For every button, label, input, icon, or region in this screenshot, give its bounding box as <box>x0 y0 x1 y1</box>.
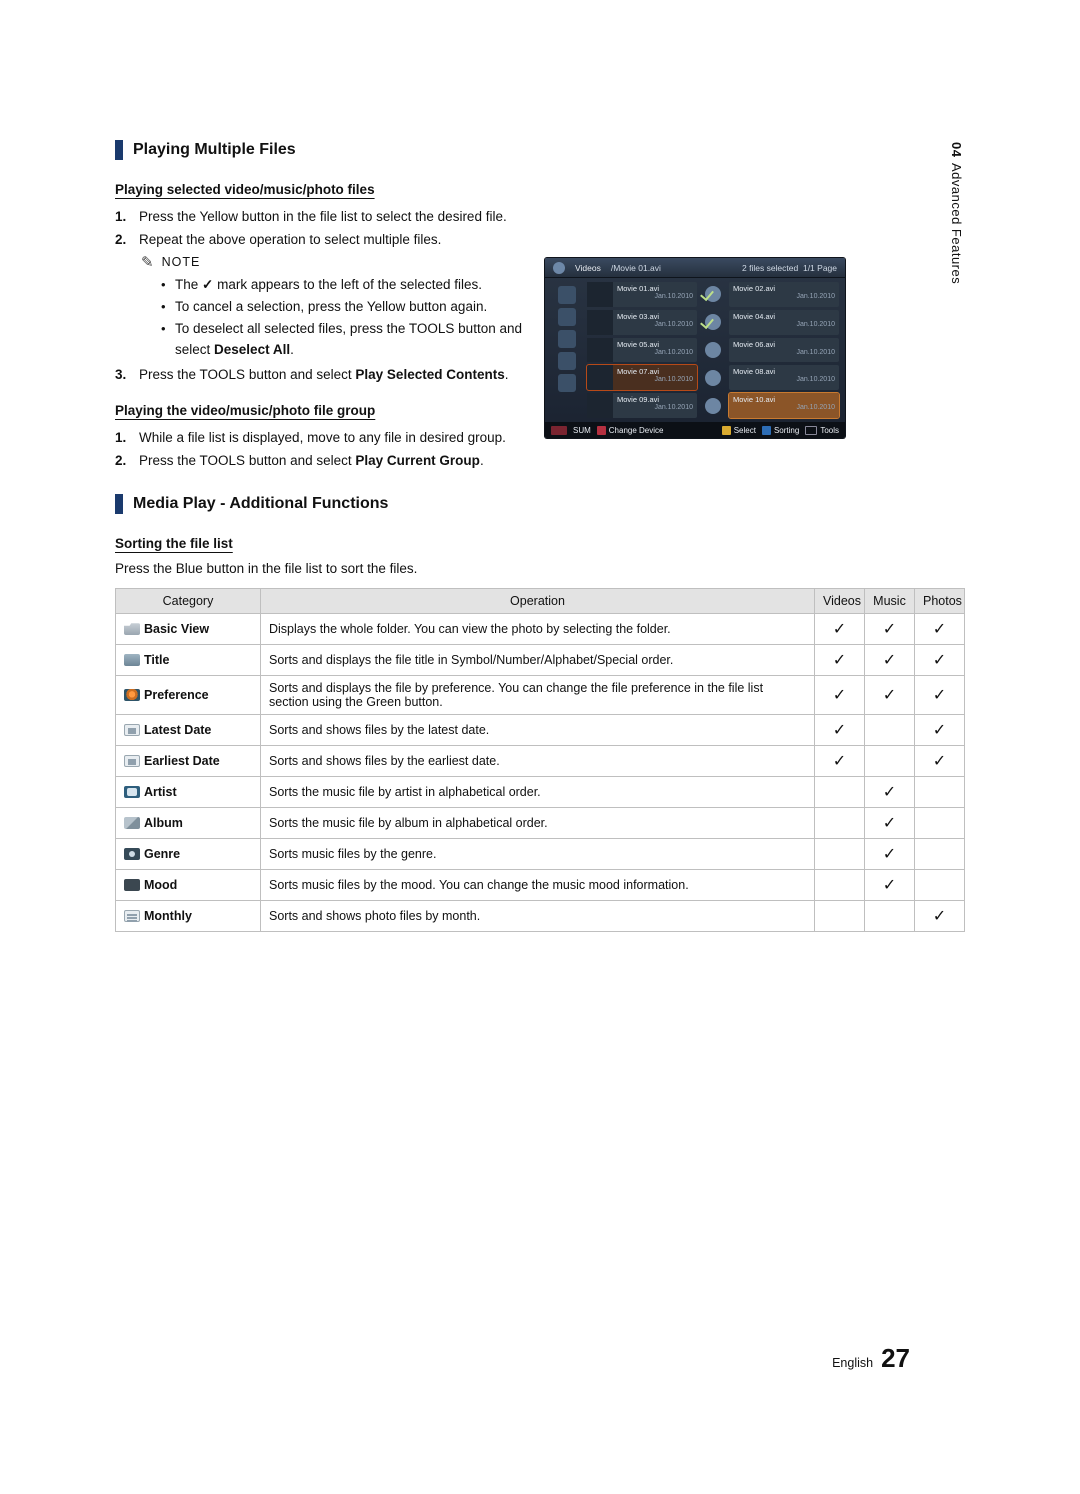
col-category: Category <box>116 589 261 614</box>
check-cell: ✓ <box>915 746 965 777</box>
operation-cell: Sorts music files by the mood. You can c… <box>261 870 815 901</box>
tools-icon <box>805 426 817 435</box>
table-row: PreferenceSorts and displays the file by… <box>116 676 965 715</box>
check-cell <box>915 808 965 839</box>
check-cell: ✓ <box>865 839 915 870</box>
operation-cell: Sorts and shows files by the latest date… <box>261 715 815 746</box>
category-icon <box>124 755 140 767</box>
category-icon <box>124 623 140 635</box>
usb-icon <box>551 426 567 435</box>
play-icon <box>705 286 721 302</box>
section-heading: Media Play - Additional Functions <box>115 494 965 514</box>
check-cell <box>815 839 865 870</box>
operation-cell: Sorts and shows photo files by month. <box>261 901 815 932</box>
check-cell <box>815 870 865 901</box>
check-cell: ✓ <box>815 614 865 645</box>
shot-title: Videos <box>575 263 601 273</box>
operation-cell: Sorts the music file by artist in alphab… <box>261 777 815 808</box>
category-icon <box>124 689 140 701</box>
sort-table: Category Operation Videos Music Photos B… <box>115 588 965 932</box>
check-cell: ✓ <box>915 715 965 746</box>
table-row: TitleSorts and displays the file title i… <box>116 645 965 676</box>
play-icon <box>705 342 721 358</box>
table-row: MoodSorts music files by the mood. You c… <box>116 870 965 901</box>
check-cell: ✓ <box>815 645 865 676</box>
sort-description: Press the Blue button in the file list t… <box>115 561 965 576</box>
play-icon <box>705 398 721 414</box>
check-cell <box>915 870 965 901</box>
section-number: 04 <box>949 140 964 157</box>
table-row: Earliest DateSorts and shows files by th… <box>116 746 965 777</box>
category-icon <box>124 817 140 829</box>
step-text: While a file list is displayed, move to … <box>139 428 545 449</box>
check-cell: ✓ <box>915 645 965 676</box>
check-cell <box>815 777 865 808</box>
bullet-text: The ✓ mark appears to the left of the se… <box>175 275 545 296</box>
check-cell <box>815 901 865 932</box>
check-cell: ✓ <box>815 715 865 746</box>
check-cell: ✓ <box>915 901 965 932</box>
footer-lang: English <box>832 1356 873 1370</box>
check-cell <box>915 777 965 808</box>
col-photos: Photos <box>915 589 965 614</box>
check-cell: ✓ <box>865 645 915 676</box>
operation-cell: Sorts and displays the file title in Sym… <box>261 645 815 676</box>
bullet-text: To deselect all selected files, press th… <box>175 319 545 361</box>
category-icon <box>124 910 140 922</box>
table-row: MonthlySorts and shows photo files by mo… <box>116 901 965 932</box>
operation-cell: Sorts and displays the file by preferenc… <box>261 676 815 715</box>
page-footer: English 27 <box>832 1343 910 1374</box>
check-cell: ✓ <box>915 614 965 645</box>
play-icon <box>705 314 721 330</box>
check-cell: ✓ <box>865 676 915 715</box>
operation-cell: Sorts music files by the genre. <box>261 839 815 870</box>
operation-cell: Sorts the music file by album in alphabe… <box>261 808 815 839</box>
table-row: ArtistSorts the music file by artist in … <box>116 777 965 808</box>
subheading-sorting: Sorting the file list <box>115 536 965 551</box>
operation-cell: Sorts and shows files by the earliest da… <box>261 746 815 777</box>
table-row: Basic ViewDisplays the whole folder. You… <box>116 614 965 645</box>
check-icon: ✓ <box>202 275 213 296</box>
play-icon <box>705 370 721 386</box>
table-row: AlbumSorts the music file by album in al… <box>116 808 965 839</box>
note-icon: ✎ <box>141 253 154 271</box>
operation-cell: Displays the whole folder. You can view … <box>261 614 815 645</box>
category-icon <box>124 879 140 891</box>
check-cell: ✓ <box>915 676 965 715</box>
col-music: Music <box>865 589 915 614</box>
check-cell: ✓ <box>865 777 915 808</box>
check-cell <box>865 715 915 746</box>
check-cell: ✓ <box>865 614 915 645</box>
step-text: Press the Yellow button in the file list… <box>139 207 545 228</box>
table-row: GenreSorts music files by the genre.✓ <box>116 839 965 870</box>
col-operation: Operation <box>261 589 815 614</box>
shot-path: /Movie 01.avi <box>611 263 661 273</box>
videos-icon <box>553 262 565 274</box>
note-line: ✎ NOTE <box>141 253 545 271</box>
col-videos: Videos <box>815 589 865 614</box>
check-cell: ✓ <box>815 746 865 777</box>
subheading-selected-files: Playing selected video/music/photo files <box>115 182 545 197</box>
step-text: Repeat the above operation to select mul… <box>139 230 545 251</box>
check-cell: ✓ <box>865 808 915 839</box>
section-heading: Playing Multiple Files <box>115 140 965 160</box>
step-text: Press the TOOLS button and select Play S… <box>139 365 545 386</box>
category-icon <box>124 786 140 798</box>
table-row: Latest DateSorts and shows files by the … <box>116 715 965 746</box>
check-cell: ✓ <box>865 870 915 901</box>
subheading-file-group: Playing the video/music/photo file group <box>115 403 545 418</box>
check-cell <box>865 901 915 932</box>
check-cell <box>815 808 865 839</box>
category-icon <box>124 654 140 666</box>
check-cell <box>865 746 915 777</box>
page-number: 27 <box>881 1343 910 1374</box>
bullet-text: To cancel a selection, press the Yellow … <box>175 297 545 318</box>
screenshot-thumbnail: Videos /Movie 01.avi 2 files selected 1/… <box>545 258 845 438</box>
check-cell: ✓ <box>815 676 865 715</box>
step-text: Press the TOOLS button and select Play C… <box>139 451 545 472</box>
category-icon <box>124 724 140 736</box>
check-cell <box>915 839 965 870</box>
category-icon <box>124 848 140 860</box>
